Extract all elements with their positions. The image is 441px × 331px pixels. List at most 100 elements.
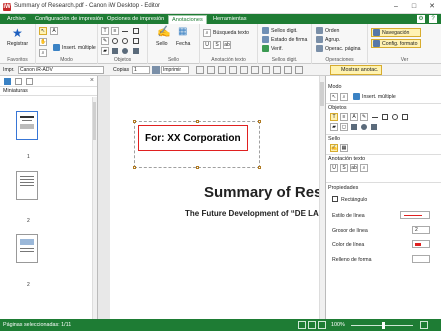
object-filled-ellipse-icon[interactable] <box>361 124 367 130</box>
text-highlight-icon[interactable]: ab <box>223 41 231 49</box>
date-stamp-tool-icon[interactable]: ▦ <box>340 144 348 152</box>
ellipse-icon[interactable] <box>112 38 118 44</box>
settings-icon[interactable]: ⚙ <box>417 15 425 23</box>
filled-square-icon[interactable] <box>133 48 139 54</box>
continuous-view-icon[interactable] <box>308 321 316 329</box>
strikethrough-icon[interactable]: S <box>213 41 221 49</box>
object-line-icon[interactable] <box>372 117 378 118</box>
printer-select[interactable]: Canon iR-ADV <box>18 66 104 74</box>
mode-zoom-icon[interactable]: ⌕ <box>340 93 348 101</box>
document-page[interactable]: For: XX Corporation Summary of Res The F… <box>110 76 325 319</box>
zoom-out-icon[interactable] <box>196 66 204 74</box>
stamp-icon[interactable]: ✍ <box>157 25 171 38</box>
thumbnail-view-icon[interactable] <box>4 78 11 85</box>
format-settings-icon[interactable] <box>373 40 380 47</box>
fit-page-icon[interactable] <box>218 66 226 74</box>
line-icon[interactable] <box>122 31 128 32</box>
insert-multiple-button[interactable]: Insert. múltiple <box>362 94 396 100</box>
resize-handle[interactable] <box>196 166 199 169</box>
text-box-icon[interactable]: T <box>101 27 109 35</box>
page-view-icon[interactable] <box>251 66 259 74</box>
object-filled-square-icon[interactable] <box>371 124 377 130</box>
object-eraser-icon[interactable]: ◻ <box>340 123 348 131</box>
signature-status-icon[interactable] <box>262 36 269 43</box>
underline-icon[interactable]: U <box>203 41 211 49</box>
document-view[interactable]: For: XX Corporation Summary of Res The F… <box>98 76 325 319</box>
object-ellipse-icon[interactable] <box>392 114 398 120</box>
text-underline-icon[interactable]: U <box>330 164 338 172</box>
scroll-view-icon[interactable] <box>273 66 281 74</box>
digital-stamp-icon[interactable] <box>262 27 269 34</box>
insert-multiple-icon[interactable] <box>353 93 360 100</box>
insert-multiple-button[interactable]: Insert. múltiple <box>62 45 96 51</box>
two-page-view-icon[interactable] <box>318 321 326 329</box>
group-icon[interactable] <box>316 36 323 43</box>
navegacion-button[interactable]: Navegación <box>382 30 409 36</box>
order-icon[interactable] <box>316 27 323 34</box>
orden-button[interactable]: Orden <box>325 28 339 34</box>
full-screen-icon[interactable] <box>295 66 303 74</box>
object-pen-icon[interactable]: ✎ <box>360 113 368 121</box>
agrup-button[interactable]: Agrup. <box>325 37 340 43</box>
comment-icon[interactable] <box>26 78 33 85</box>
object-callout-icon[interactable]: A <box>350 113 358 121</box>
object-rectangle-icon[interactable] <box>382 114 388 120</box>
fit-width-icon[interactable] <box>229 66 237 74</box>
navigation-icon[interactable] <box>373 29 380 36</box>
show-annotations-button[interactable]: Mostrar anotac. <box>330 65 383 75</box>
text-select-icon[interactable]: A <box>50 27 58 35</box>
text-mark-icon[interactable]: ab <box>350 164 358 172</box>
zoom-slider-knob[interactable] <box>382 322 385 329</box>
verif-button[interactable]: Verif. <box>271 46 283 52</box>
filled-rect-icon[interactable] <box>112 48 118 54</box>
printer-icon[interactable] <box>152 66 160 74</box>
page-operation-icon[interactable] <box>316 45 323 52</box>
object-polygon-icon[interactable] <box>402 114 408 120</box>
verify-icon[interactable] <box>262 45 269 52</box>
rotate-icon[interactable] <box>240 66 248 74</box>
object-text-icon[interactable]: T <box>330 113 338 121</box>
tab-archivo[interactable]: Archivo <box>4 15 29 24</box>
sellos-digit-button[interactable]: Sellos digit. <box>271 28 298 34</box>
hand-tool-icon[interactable]: ✋ <box>39 38 47 46</box>
resize-handle[interactable] <box>258 120 261 123</box>
resize-handle[interactable] <box>196 120 199 123</box>
single-page-view-icon[interactable] <box>298 321 306 329</box>
text-strike-icon[interactable]: S <box>340 164 348 172</box>
text-search-icon[interactable]: ⌕ <box>203 29 211 37</box>
thumbnail-page[interactable] <box>16 171 38 200</box>
date-stamp-icon[interactable]: ▦ <box>178 26 187 37</box>
rectangle-annotation[interactable]: For: XX Corporation <box>138 125 248 151</box>
note-icon[interactable]: ≡ <box>111 27 119 35</box>
help-icon[interactable]: ? <box>429 15 437 23</box>
highlighter-icon[interactable]: ▰ <box>101 47 109 55</box>
pen-icon[interactable]: ✎ <box>101 37 109 45</box>
object-filled-rect-icon[interactable] <box>351 124 357 130</box>
line-width-input[interactable]: 2 <box>412 226 430 234</box>
grid-view-icon[interactable] <box>284 66 292 74</box>
fit-window-icon[interactable] <box>420 321 428 329</box>
select-tool-icon[interactable]: ↖ <box>39 27 47 35</box>
maximize-button[interactable]: □ <box>405 0 423 14</box>
sello-button[interactable]: Sello <box>156 41 168 47</box>
minimize-button[interactable]: – <box>387 0 405 14</box>
resize-handle[interactable] <box>133 120 136 123</box>
bookmark-icon[interactable] <box>15 78 22 85</box>
close-button[interactable]: ✕ <box>423 0 441 14</box>
zoom-tool-icon[interactable]: ⌕ <box>39 49 47 57</box>
copies-input[interactable]: 1 <box>132 66 150 74</box>
busqueda-texto-button[interactable]: Búsqueda texto <box>213 30 249 36</box>
fill-select[interactable] <box>412 255 430 263</box>
operac-pagina-button[interactable]: Operac. página <box>325 46 360 52</box>
resize-handle[interactable] <box>133 166 136 169</box>
fecha-button[interactable]: Fecha <box>176 41 190 47</box>
tab-herramientas[interactable]: Herramientas <box>210 15 250 24</box>
filled-ellipse-icon[interactable] <box>122 48 128 54</box>
object-highlighter-icon[interactable]: ▰ <box>330 123 338 131</box>
tab-opciones-impresion[interactable]: Opciones de impresión <box>104 15 167 24</box>
rectangle-icon[interactable] <box>133 28 139 34</box>
resize-handle[interactable] <box>258 166 261 169</box>
ellipse-outline-icon[interactable] <box>122 38 128 44</box>
tab-anotaciones[interactable]: Anotaciones <box>168 15 207 24</box>
thumbnail-scroll-thumb[interactable] <box>93 102 96 140</box>
